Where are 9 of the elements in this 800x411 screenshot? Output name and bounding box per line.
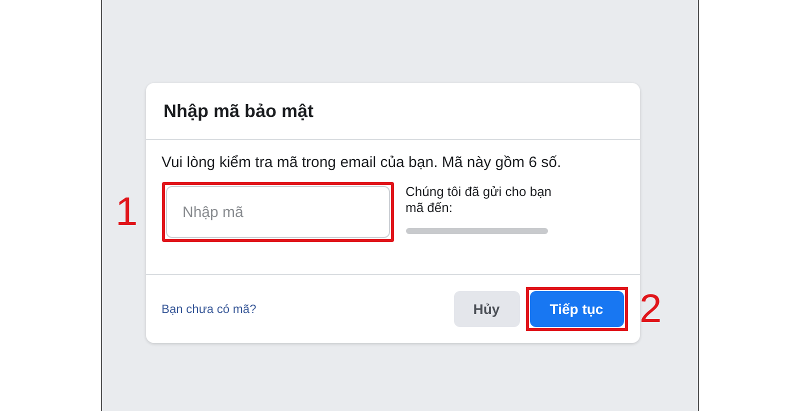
sent-note-text: Chúng tôi đã gửi cho bạn mã đến:: [406, 184, 553, 216]
annotation-number: 2: [640, 289, 662, 329]
dialog-title: Nhập mã bảo mật: [164, 100, 314, 122]
instruction-text: Vui lòng kiểm tra mã trong email của bạn. Mã này gồm 6 số.: [162, 154, 562, 171]
continue-button[interactable]: Tiếp tục: [530, 291, 624, 327]
no-code-link[interactable]: Bạn chưa có mã?: [162, 302, 256, 316]
code-input-field[interactable]: Nhập mã: [166, 186, 390, 238]
annotation-number: 1: [116, 192, 138, 232]
cancel-button[interactable]: Hủy: [454, 291, 520, 327]
